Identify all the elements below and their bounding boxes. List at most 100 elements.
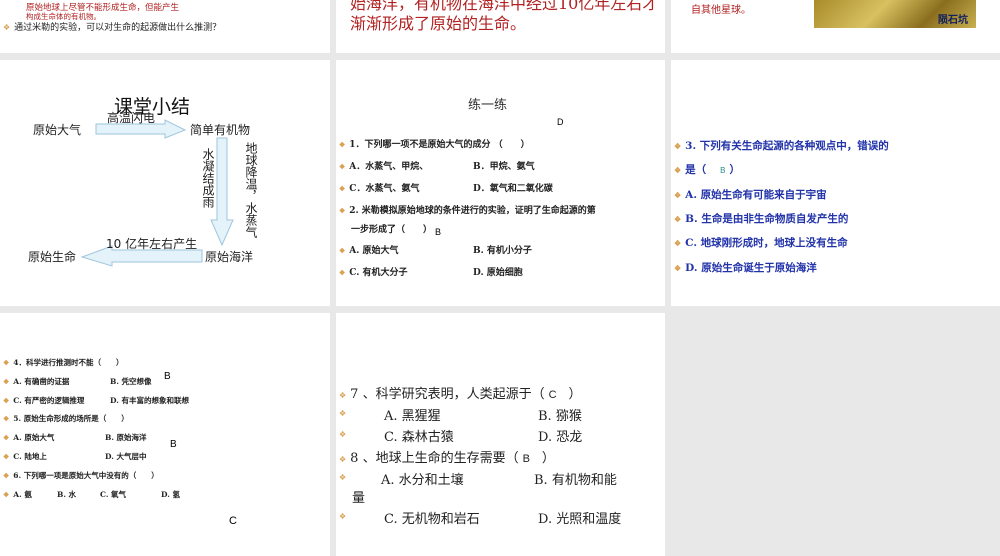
option-text: A. 原始生命有可能来自于宇宙 <box>685 189 827 201</box>
bullet-icon: ❖ <box>339 162 346 171</box>
question-text: 是（ <box>685 164 707 176</box>
answer-mark: C <box>229 515 237 527</box>
question-text: 8 、地球上生命的生存需要（ <box>350 451 519 466</box>
slide-thumbnail-3[interactable]: 自其他星球。 陨石坑 <box>671 0 1000 53</box>
flow-node: 原始大气 <box>33 123 82 137</box>
question-text: 一步形成了（ ） <box>351 225 433 235</box>
option-text: D. 大气层中 <box>105 452 147 461</box>
slide-thumbnail-5[interactable]: 练一练 D ❖ 1．下列哪一项不是原始大气的成分 （ ） ❖ A．水蒸气、甲烷、 B… <box>336 60 665 306</box>
arrow-label: 10 亿年左右产生 <box>106 237 198 251</box>
bullet-icon: ❖ <box>339 409 347 418</box>
option-text: C. 陆地上 <box>13 452 47 461</box>
option-text: C．水蒸气、氨气 <box>349 184 420 194</box>
option-text: A. 原始大气 <box>349 246 399 256</box>
slide-thumbnail-2[interactable]: 始海洋，有机物在海洋中经过10亿年左右才 渐渐形成了原始的生命。 <box>336 0 665 53</box>
bullet-icon: ❖ <box>339 512 347 521</box>
bullet-icon: ❖ <box>339 473 347 482</box>
option-text: B. 水 <box>57 490 77 499</box>
option-text: B. 生命是由非生命物质自发产生的 <box>685 213 849 225</box>
option-text: D．氧气和二氧化碳 <box>473 184 553 194</box>
bullet-icon: ❖ <box>3 433 10 442</box>
slide-thumbnail-8[interactable]: ❖ 7 、科学研究表明，人类起源于（ C） ❖ A. 黑猩猩 B. 猕猴 ❖ C. … <box>336 313 665 556</box>
bullet-icon: ❖ <box>3 471 10 480</box>
answer-mark: C <box>548 389 557 401</box>
option-text: B. 有机小分子 <box>473 246 532 256</box>
option-text: D. 光照和温度 <box>538 512 622 527</box>
option-text: A. 原始大气 <box>13 433 55 442</box>
option-text: A. 黑猩猩 <box>384 409 441 424</box>
option-text: B. 原始海洋 <box>105 433 147 442</box>
slide-text: 渐渐形成了原始的生命。 <box>350 14 527 33</box>
answer-mark: B <box>170 439 177 450</box>
image-label: 陨石坑 <box>938 15 968 26</box>
bullet-icon: ❖ <box>674 165 682 175</box>
bullet-icon: ❖ <box>674 190 682 200</box>
option-text: A. 有确凿的证据 <box>13 377 70 386</box>
option-text: D. 氢 <box>161 490 180 499</box>
bullet-icon: ❖ <box>339 430 347 439</box>
question-text: 4．科学进行推测时不能（ ） <box>13 358 124 367</box>
option-text: C. 无机物和岩石 <box>384 512 480 527</box>
question-text: 2. 米勒模拟原始地球的条件进行的实验，证明了生命起源的第 <box>349 206 596 216</box>
option-text: B. 猕猴 <box>538 409 582 424</box>
option-text: 量 <box>352 491 366 506</box>
bullet-icon: ❖ <box>3 452 10 461</box>
question-text: 1．下列哪一项不是原始大气的成分 （ ） <box>349 140 530 150</box>
option-text: C. 有机大分子 <box>349 268 408 278</box>
bullet-icon: ❖ <box>339 184 346 193</box>
option-text: B. 凭空想像 <box>110 377 152 386</box>
bullet-icon: ❖ <box>339 140 346 149</box>
option-text: C. 森林古猿 <box>384 430 454 445</box>
question-text: ） <box>729 164 741 176</box>
bullet-icon: ❖ <box>3 377 10 386</box>
answer-mark: B <box>522 453 530 465</box>
option-text: D. 原始细胞 <box>473 268 523 278</box>
bullet-icon: ❖ <box>3 23 11 32</box>
answer-mark: B <box>435 227 442 237</box>
question-text: ） <box>568 387 582 402</box>
option-text: C. 氧气 <box>100 490 127 499</box>
option-text: B. 有机物和能 <box>534 473 617 488</box>
bullet-icon: ❖ <box>3 358 10 367</box>
option-text: A. 水分和土壤 <box>381 473 464 488</box>
flow-node: 原始海洋 <box>205 250 254 264</box>
slide-title: 练一练 <box>468 98 508 113</box>
slide-thumbnail-4[interactable]: 课堂小结 高温闪电 原始大气 简单有机物 水凝结成雨 地球降温，水蒸气 10 亿… <box>0 60 330 306</box>
answer-mark: D <box>557 117 564 127</box>
option-text: D. 原始生命诞生于原始海洋 <box>685 262 817 274</box>
bullet-icon: ❖ <box>674 263 682 273</box>
slide-text: 通过米勒的实验，可以对生命的起源做出什么推测？ <box>14 23 222 33</box>
flow-node: 原始生命 <box>28 250 77 264</box>
arrow-label: 高温闪电 <box>107 111 156 125</box>
question-text: 7 、科学研究表明，人类起源于（ <box>350 387 545 402</box>
option-text: C. 地球刚形成时，地球上没有生命 <box>685 237 848 249</box>
arrow-label: 水凝结成雨 <box>201 148 215 208</box>
bullet-icon: ❖ <box>339 391 347 400</box>
slide-text: 自其他星球。 <box>691 5 751 16</box>
arrow-label: 地球降温，水蒸气 <box>244 142 258 238</box>
question-text: 5. 原始生命形成的场所是（ ） <box>13 414 129 423</box>
slide-thumbnail-7[interactable]: ❖ 4．科学进行推测时不能（ ） ❖ A. 有确凿的证据 B. 凭空想像 B ❖ C.… <box>0 313 330 556</box>
bullet-icon: ❖ <box>3 490 10 499</box>
answer-mark: B <box>164 371 171 382</box>
bullet-icon: ❖ <box>339 246 346 255</box>
bullet-icon: ❖ <box>674 141 682 151</box>
meteor-crater-image: 陨石坑 <box>814 0 976 28</box>
slide-thumbnail-6[interactable]: ❖ 3. 下列有关生命起源的各种观点中，错误的 ❖ 是（ B） ❖ A. 原始生命有可能… <box>671 60 1000 306</box>
answer-mark: B <box>720 166 726 175</box>
question-text: ） <box>541 451 555 466</box>
slide-thumbnail-1[interactable]: 原始地球上尽管不能形成生命，但能产生 构成生命体的有机物。 ❖ 通过米勒的实验，可… <box>0 0 330 53</box>
bullet-icon: ❖ <box>3 414 10 423</box>
question-text: 6. 下列哪一项是原始大气中没有的（ ） <box>13 471 159 480</box>
bullet-icon: ❖ <box>339 268 346 277</box>
flow-node: 简单有机物 <box>190 123 251 137</box>
bullet-icon: ❖ <box>674 214 682 224</box>
bullet-icon: ❖ <box>3 396 10 405</box>
question-text: 3. 下列有关生命起源的各种观点中，错误的 <box>685 140 889 152</box>
option-text: D. 有丰富的想象和联想 <box>110 396 189 405</box>
option-text: B．甲烷、氨气 <box>473 162 535 172</box>
option-text: A. 氨 <box>13 490 32 499</box>
option-text: D. 恐龙 <box>538 430 583 445</box>
bullet-icon: ❖ <box>674 238 682 248</box>
option-text: C. 有严密的逻辑推理 <box>13 396 85 405</box>
